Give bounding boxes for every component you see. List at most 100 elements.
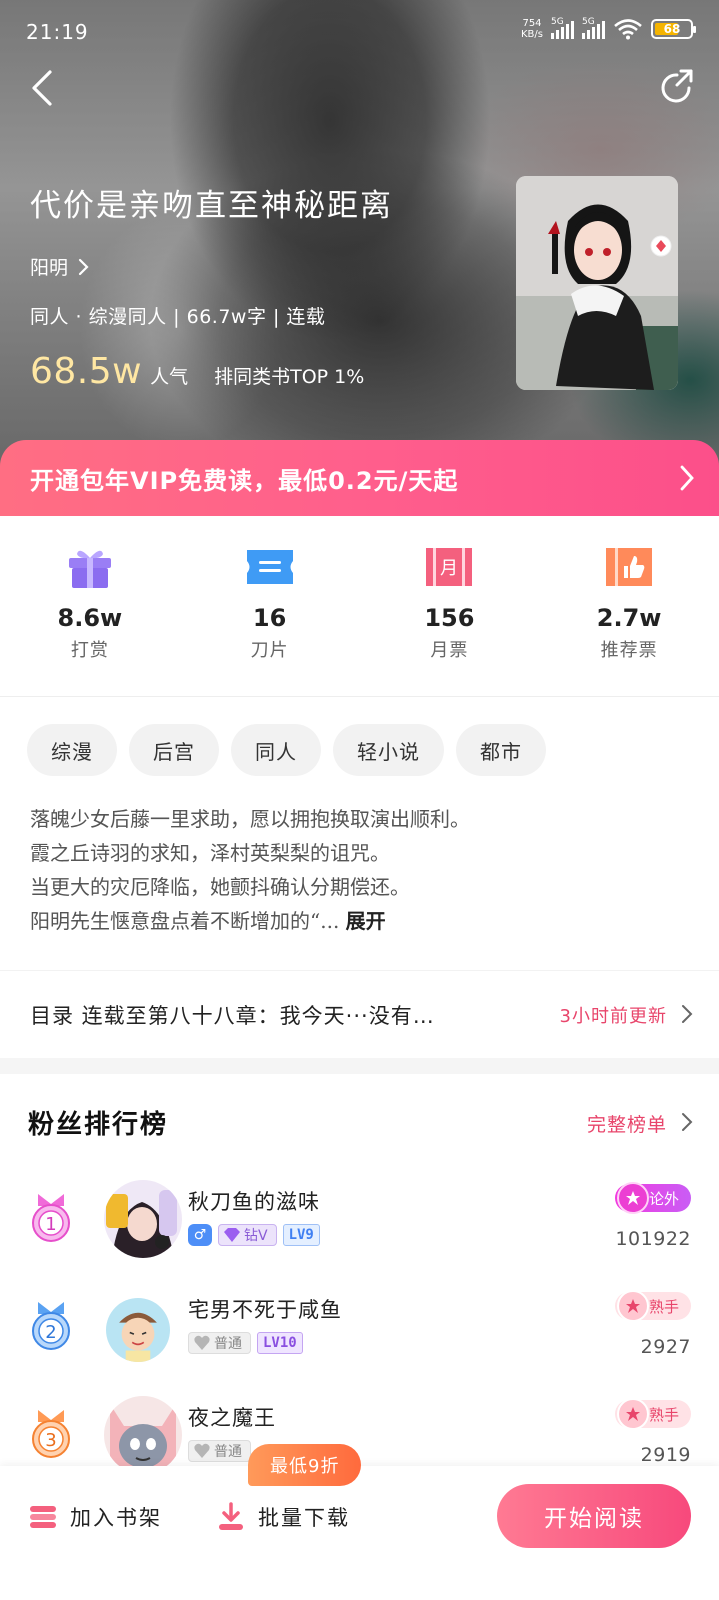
book-meta: 同人 · 综漫同人 | 66.7w字 | 连载 (30, 306, 326, 328)
signal-icon: 5G (582, 17, 605, 39)
stat-value: 16 (252, 604, 287, 632)
medal-rank-icon: 2 (32, 1302, 70, 1350)
star-icon (616, 1290, 649, 1322)
bottom-action-bar: 加入书架 批量下载 开始阅读 (0, 1466, 719, 1600)
avatar[interactable] (106, 1298, 170, 1362)
tag-chip[interactable]: 轻小说 (333, 724, 444, 776)
stat-monthly-ticket[interactable]: 月 156 月票 (360, 516, 540, 696)
chevron-right-icon (682, 1005, 693, 1023)
vip-badge: 普通 (188, 1440, 251, 1462)
level-badge: LV9 (282, 1224, 320, 1246)
level-badge: LV10 (257, 1332, 303, 1354)
description-line-last: 阳明先生惬意盘点着不断增加的“... 展开 (30, 909, 386, 933)
fan-rank-row[interactable]: 2 宅男不死于咸鱼 普通 LV10 熟手 2927 (0, 1280, 719, 1380)
chevron-right-icon (78, 258, 89, 275)
author-name: 阳明 (30, 257, 69, 279)
popularity-value: 68.5w (30, 351, 143, 392)
vip-banner[interactable]: 开通包年VIP免费读，最低0.2元/天起 (0, 440, 719, 516)
discount-bubble: 最低9折 (248, 1444, 362, 1486)
svg-text:1: 1 (45, 1214, 56, 1235)
category-rank: 排同类书TOP 1% (214, 366, 365, 388)
diamond-icon (224, 1228, 240, 1242)
book-cover[interactable] (516, 176, 678, 390)
description-line: 落魄少女后藤一里求助，愿以拥抱换取演出顺利。 (30, 807, 470, 831)
stat-reward[interactable]: 8.6w 打赏 (0, 516, 180, 696)
stat-value: 156 (424, 604, 475, 632)
fans-ranking-title: 粉丝排行榜 (28, 1110, 169, 1140)
book-stats: 8.6w 打赏 16 刀片 月 156 月票 2.7w 推荐票 (0, 516, 719, 696)
medal-rank-icon: 3 (32, 1410, 70, 1458)
fan-title-badge: 论外 (614, 1182, 691, 1214)
author-link[interactable]: 阳明 (30, 253, 393, 280)
gift-icon (68, 550, 111, 588)
vip-badge: 钻V (218, 1224, 277, 1246)
heart-icon (194, 1335, 210, 1350)
vip-banner-text: 开通包年VIP免费读，最低0.2元/天起 (30, 466, 459, 495)
fan-rank-row[interactable]: 1 秋刀鱼的滋味 ♂ 钻V LV9 论外 101922 (0, 1172, 719, 1272)
divider (0, 696, 719, 697)
stat-recommend[interactable]: 2.7w 推荐票 (539, 516, 719, 696)
heart-icon (194, 1443, 210, 1458)
batch-download-button[interactable]: 批量下载 (216, 1502, 350, 1532)
tag-chip[interactable]: 后宫 (129, 724, 219, 776)
fan-title-badge: 熟手 (614, 1398, 691, 1430)
ticket-icon (246, 550, 293, 584)
download-icon (219, 1502, 243, 1530)
male-icon: ♂ (188, 1224, 212, 1246)
svg-text:2: 2 (45, 1322, 56, 1343)
stat-label: 推荐票 (600, 640, 658, 661)
chevron-right-icon (682, 1113, 693, 1131)
book-description[interactable]: 落魄少女后藤一里求助，愿以拥抱换取演出顺利。 霞之丘诗羽的求知，泽村英梨梨的诅咒… (30, 802, 700, 938)
signal-icon: 5G (551, 17, 574, 39)
tag-list: 综漫 后宫 同人 轻小说 都市 (27, 724, 546, 776)
description-line: 当更大的灾厄降临，她颤抖确认分期偿还。 (30, 875, 410, 899)
expand-button[interactable]: 展开 (346, 909, 386, 933)
tag-chip[interactable]: 综漫 (27, 724, 117, 776)
fan-badges: 普通 (188, 1440, 251, 1462)
tag-chip[interactable]: 都市 (456, 724, 546, 776)
fan-score: 2919 (640, 1444, 691, 1466)
table-of-contents-row[interactable]: 目录 连载至第八十八章：我今天···没有… 3小时前更新 (0, 970, 719, 1058)
status-icons: 754 KB/s 5G 5G 68 (521, 17, 696, 40)
share-icon[interactable] (655, 66, 699, 110)
add-to-shelf-button[interactable]: 加入书架 (28, 1502, 162, 1532)
fan-score: 2927 (640, 1336, 691, 1358)
fan-title-badge: 熟手 (614, 1290, 691, 1322)
popularity: 68.5w 人气 排同类书TOP 1% (30, 351, 393, 392)
vip-badge: 普通 (188, 1332, 251, 1354)
popularity-label: 人气 (150, 366, 189, 388)
month-ticket-icon: 月 (426, 548, 473, 586)
svg-text:月: 月 (440, 558, 458, 579)
battery-icon: 68 (651, 19, 696, 39)
fan-badges: ♂ 钻V LV9 (188, 1224, 320, 1246)
stat-value: 2.7w (596, 604, 662, 632)
avatar[interactable] (104, 1396, 182, 1474)
svg-text:3: 3 (45, 1430, 56, 1451)
fan-name: 宅男不死于咸鱼 (188, 1298, 342, 1322)
book-info: 代价是亲吻直至神秘距离 阳明 同人 · 综漫同人 | 66.7w字 | 连载 6… (30, 180, 393, 392)
medal-rank-icon: 1 (32, 1194, 70, 1242)
start-reading-button[interactable]: 开始阅读 (497, 1484, 691, 1548)
stat-label: 月票 (430, 640, 469, 661)
fan-badges: 普通 LV10 (188, 1332, 303, 1354)
bookshelf-icon (30, 1506, 56, 1528)
toc-latest-chapter: 目录 连载至第八十八章：我今天···没有… (30, 1003, 435, 1028)
star-icon (616, 1398, 649, 1430)
toc-update-time: 3小时前更新 (559, 1005, 667, 1027)
full-ranking-link[interactable]: 完整榜单 (587, 1110, 667, 1137)
thumbs-up-ticket-icon (606, 548, 653, 586)
stat-label: 刀片 (250, 640, 289, 661)
stat-blade[interactable]: 16 刀片 (180, 516, 360, 696)
net-speed: 754 KB/s (521, 18, 543, 40)
section-gap (0, 1058, 719, 1074)
fan-name: 夜之魔王 (188, 1406, 276, 1430)
status-bar: 21:19 754 KB/s 5G 5G 68 (0, 0, 719, 60)
stat-value: 8.6w (57, 604, 123, 632)
tag-chip[interactable]: 同人 (231, 724, 321, 776)
avatar[interactable] (104, 1180, 182, 1258)
status-time: 21:19 (26, 20, 89, 44)
description-line: 霞之丘诗羽的求知，泽村英梨梨的诅咒。 (30, 841, 390, 865)
star-icon (616, 1182, 649, 1214)
back-icon[interactable] (22, 66, 66, 110)
wifi-icon (614, 19, 642, 40)
